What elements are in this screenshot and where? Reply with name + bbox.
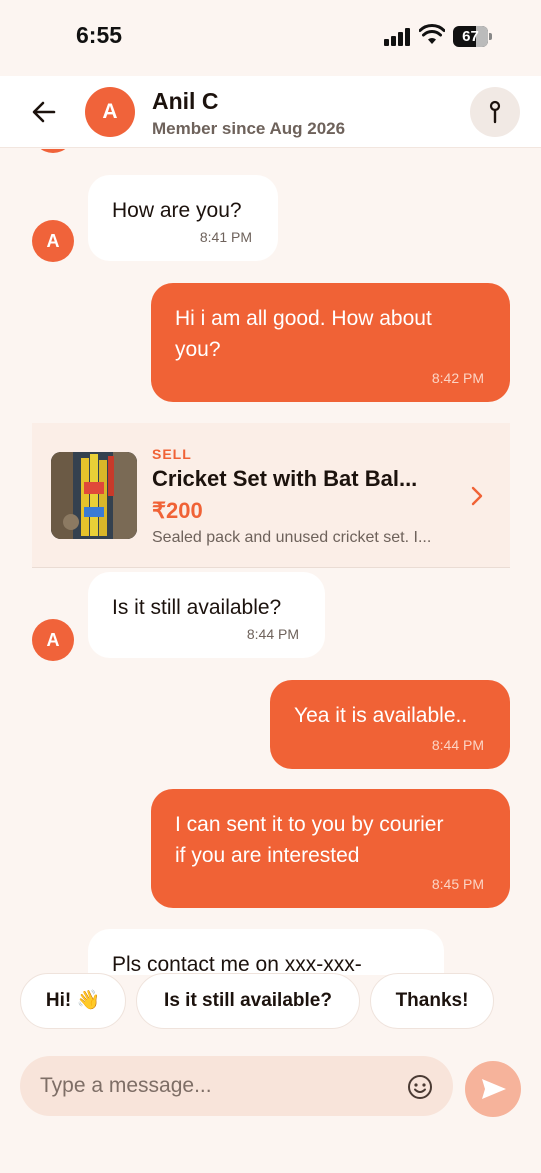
product-thumbnail xyxy=(51,452,137,539)
sender-avatar[interactable]: A xyxy=(32,220,74,262)
message-composer xyxy=(0,1043,541,1173)
status-bar: 6:55 67 xyxy=(0,0,541,76)
pin-button[interactable] xyxy=(470,87,520,137)
status-time: 6:55 xyxy=(76,22,123,48)
listing-type-tag: SELL xyxy=(152,446,192,462)
sender-avatar[interactable]: A xyxy=(32,619,74,661)
message-text: I can sent it to you by courier if you a… xyxy=(175,809,443,871)
outgoing-message[interactable]: Yea it is available.. 8:44 PM xyxy=(270,680,510,769)
message-line: Hi i am all good. How about xyxy=(175,307,432,330)
message-input-box[interactable] xyxy=(20,1056,453,1116)
battery-level: 67 xyxy=(462,28,479,45)
incoming-message[interactable]: Is it still available? 8:44 PM xyxy=(88,572,325,658)
contact-name[interactable]: Anil C xyxy=(152,88,218,115)
message-time: 8:41 PM xyxy=(199,229,252,245)
wifi-icon xyxy=(419,24,445,44)
incoming-message[interactable]: How are you? 8:41 PM xyxy=(88,175,278,261)
product-title: Cricket Set with Bat Bal... xyxy=(152,466,418,491)
send-button[interactable] xyxy=(465,1061,521,1117)
message-list[interactable]: How are you? 8:41 PM A Hi i am all good.… xyxy=(0,149,541,975)
product-price: ₹200 xyxy=(152,498,203,523)
product-description: Sealed pack and unused cricket set. I... xyxy=(152,529,432,546)
message-line: you? xyxy=(175,338,221,361)
quick-reply-thanks[interactable]: Thanks! xyxy=(370,973,494,1029)
outgoing-message[interactable]: Hi i am all good. How about you? 8:42 PM xyxy=(151,283,510,402)
back-arrow-icon[interactable] xyxy=(26,96,62,128)
message-input[interactable] xyxy=(40,1056,410,1116)
send-icon xyxy=(482,1079,506,1099)
message-time: 8:42 PM xyxy=(431,370,484,386)
message-time: 8:44 PM xyxy=(431,737,484,753)
outgoing-message[interactable]: I can sent it to you by courier if you a… xyxy=(151,789,510,908)
product-card[interactable]: SELL Cricket Set with Bat Bal... ₹200 Se… xyxy=(32,423,510,568)
message-text: Hi i am all good. How about you? xyxy=(175,303,432,365)
header-avatar[interactable]: A xyxy=(85,87,135,137)
message-line: if you are interested xyxy=(175,844,360,867)
message-text: Yea it is available.. xyxy=(294,704,468,727)
signal-icon xyxy=(384,28,412,46)
message-line: I can sent it to you by courier xyxy=(175,813,444,836)
incoming-message[interactable]: Pls contact me on xxx-xxx- xyxy=(88,929,444,975)
message-time: 8:44 PM xyxy=(246,626,299,642)
chevron-right-icon xyxy=(471,486,483,506)
message-time: 8:45 PM xyxy=(431,876,484,892)
smiley-icon[interactable] xyxy=(406,1073,434,1101)
member-since: Member since Aug 2026 xyxy=(152,119,346,138)
quick-reply-hi[interactable]: Hi! 👋 xyxy=(20,973,126,1029)
message-text: Pls contact me on xxx-xxx- xyxy=(112,953,362,975)
quick-reply-still-available[interactable]: Is it still available? xyxy=(136,973,360,1029)
battery-icon: 67 xyxy=(453,26,493,47)
chat-header: A Anil C Member since Aug 2026 xyxy=(0,76,541,148)
message-text: How are you? xyxy=(112,199,242,222)
message-text: Is it still available? xyxy=(112,596,282,619)
avatar xyxy=(32,149,74,153)
pin-icon xyxy=(489,100,501,124)
quick-replies: Hi! 👋 Is it still available? Thanks! xyxy=(0,973,541,1031)
